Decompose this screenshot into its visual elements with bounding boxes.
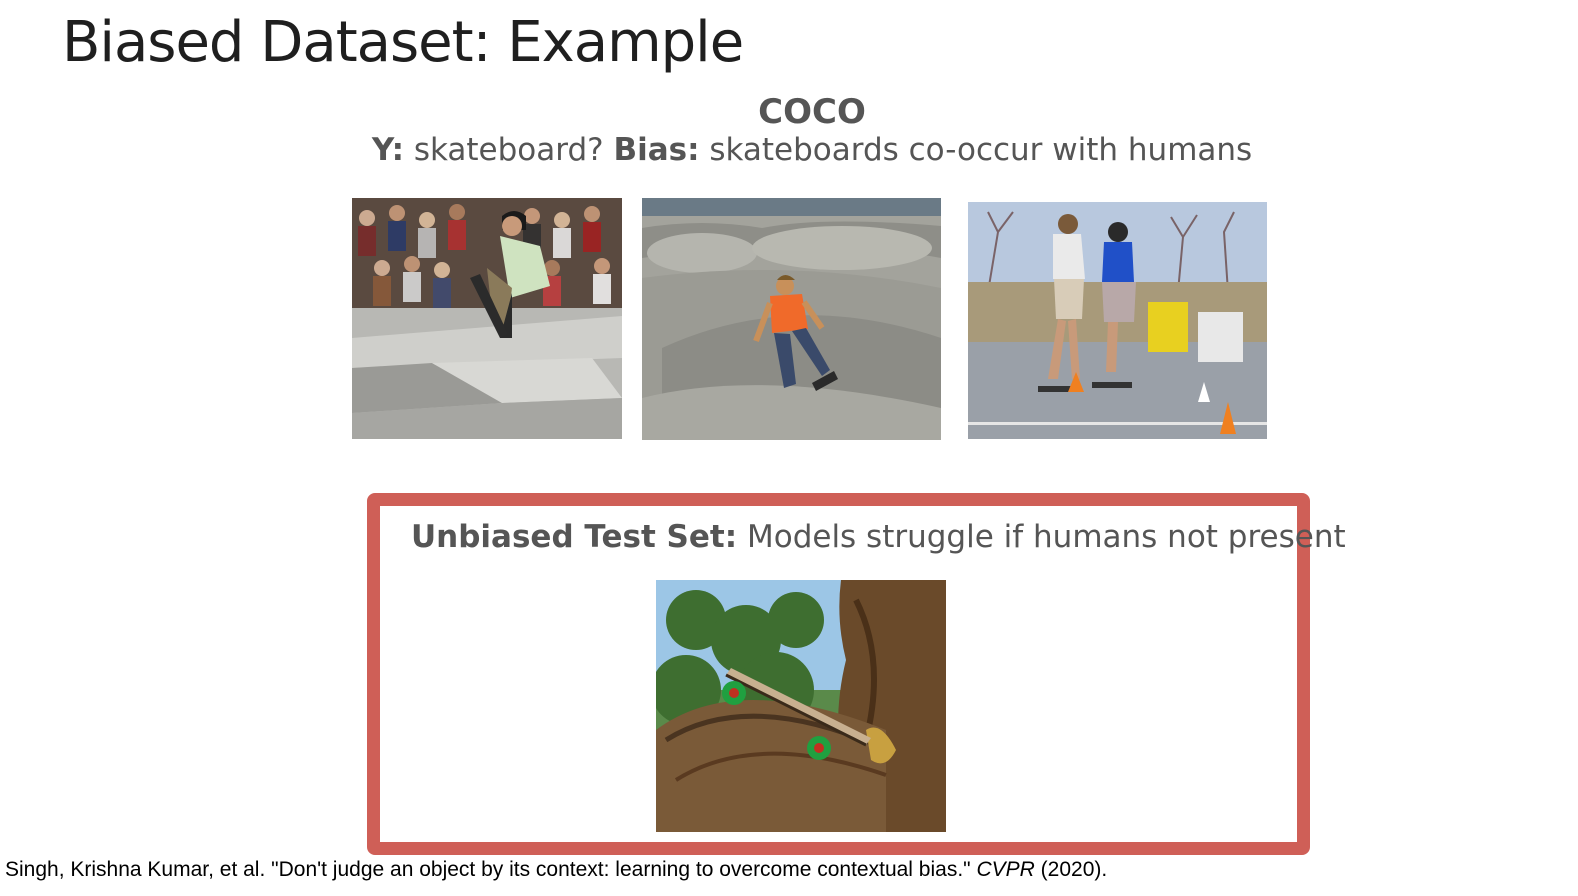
citation-venue: CVPR xyxy=(976,858,1035,881)
test-set-label: Unbiased Test Set: xyxy=(411,519,738,555)
photo-skateboarder-jump-crowd xyxy=(352,198,622,439)
bias-label: Bias: xyxy=(613,132,700,168)
slide-title: Biased Dataset: Example xyxy=(62,10,744,75)
photo-skateboarders-cones-street xyxy=(968,202,1267,439)
citation-text: Singh, Krishna Kumar, et al. "Don't judg… xyxy=(5,858,977,881)
y-label: Y: xyxy=(371,132,404,168)
test-set-text: Models struggle if humans not present xyxy=(737,519,1346,555)
photo-skateboarder-bowl-park xyxy=(642,198,941,440)
citation-year: (2020). xyxy=(1034,858,1108,881)
bias-text: skateboards co-occur with humans xyxy=(699,132,1253,168)
subtitle: Y: skateboard? Bias: skateboards co-occu… xyxy=(0,132,1578,168)
dataset-name: COCO xyxy=(758,92,866,132)
photo-skateboard-on-tree xyxy=(656,580,946,832)
test-set-caption: Unbiased Test Set: Models struggle if hu… xyxy=(411,519,1346,555)
citation: Singh, Krishna Kumar, et al. "Don't judg… xyxy=(5,858,1107,882)
y-text: skateboard? xyxy=(403,132,614,168)
